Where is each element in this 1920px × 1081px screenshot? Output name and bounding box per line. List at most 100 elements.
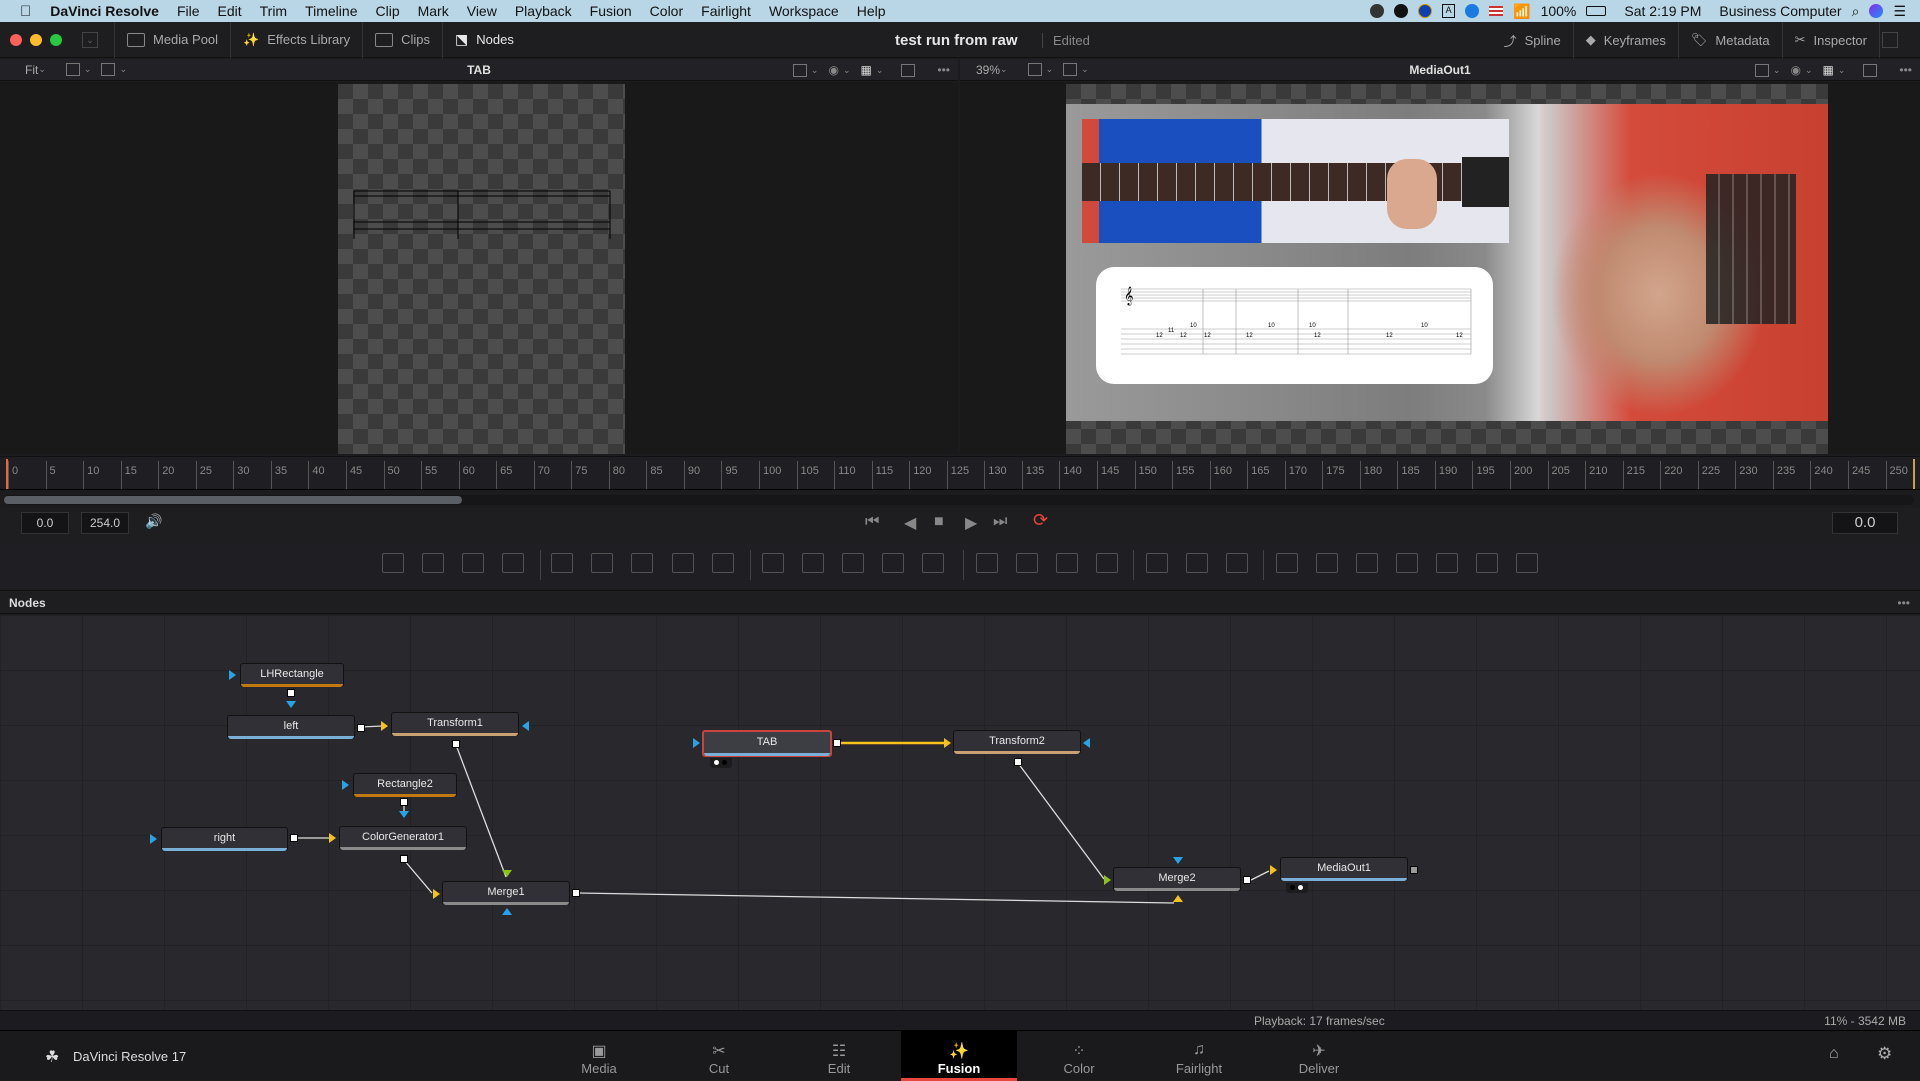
menu-workspace[interactable]: Workspace <box>760 3 848 19</box>
transform1-input-icon[interactable] <box>381 721 388 731</box>
maximize-window-button[interactable] <box>50 33 62 46</box>
left-viewer-zoom-dropdown[interactable]: Fit <box>25 63 38 77</box>
node-right[interactable]: right <box>161 827 288 851</box>
planar-tracker-icon[interactable] <box>1226 553 1248 573</box>
menu-help[interactable]: Help <box>848 3 895 19</box>
menu-timeline[interactable]: Timeline <box>296 3 366 19</box>
grid-guides-icon[interactable]: ▦ <box>861 63 872 77</box>
node-tab[interactable]: TAB <box>702 730 832 757</box>
colorgen-mask-input-icon[interactable] <box>399 811 409 818</box>
color-correct-icon[interactable] <box>672 553 694 573</box>
mediaout1-viewer-indicator[interactable] <box>1286 883 1308 893</box>
battery-percent[interactable]: 100% <box>1541 3 1577 19</box>
upload-status-icon[interactable] <box>1465 4 1480 18</box>
bspline-mask-icon[interactable] <box>1096 553 1118 573</box>
menu-clip[interactable]: Clip <box>366 3 408 19</box>
transform2-mask-input-icon[interactable] <box>1083 738 1090 748</box>
page-tab-fairlight[interactable]: ♫ Fairlight <box>1141 1031 1257 1081</box>
page-tab-media[interactable]: ▣ Media <box>541 1031 657 1081</box>
text-tool-icon[interactable] <box>462 553 484 573</box>
page-tab-fusion[interactable]: ✨ Fusion <box>901 1031 1017 1081</box>
settings-gear-icon[interactable]: ⚙ <box>1877 1044 1892 1064</box>
wifi-icon[interactable]: 📶 <box>1513 3 1530 20</box>
menu-playback[interactable]: Playback <box>506 3 581 19</box>
blue-dot-status-icon[interactable] <box>1418 4 1433 18</box>
page-tab-color[interactable]: ⁘ Color <box>1021 1031 1137 1081</box>
tab-output-port[interactable] <box>833 739 841 747</box>
tab-viewer-indicator[interactable] <box>710 758 732 768</box>
clips-button[interactable]: Clips <box>363 21 443 58</box>
node-merge2[interactable]: Merge2 <box>1113 867 1241 891</box>
left-viewer[interactable] <box>0 82 958 454</box>
play-reverse-button[interactable]: ◀ <box>904 513 916 533</box>
grid-guides-icon[interactable]: ▦ <box>1823 63 1834 77</box>
matte-control-icon[interactable] <box>842 553 864 573</box>
workspace-dropdown[interactable]: ⌄ <box>82 31 98 48</box>
node-colorgenerator1[interactable]: ColorGenerator1 <box>339 826 467 850</box>
merge1-foreground-input-icon[interactable] <box>502 870 512 877</box>
node-lhrectangle[interactable]: LHRectangle <box>240 663 344 687</box>
transform1-mask-input-icon[interactable] <box>522 721 529 731</box>
split-view-icon[interactable] <box>1027 63 1042 76</box>
collapse-panel-icon[interactable] <box>1882 32 1898 48</box>
polygon-mask-icon[interactable] <box>1056 553 1078 573</box>
more-options-icon[interactable]: ••• <box>1899 63 1912 77</box>
lhrect-output-port[interactable] <box>287 689 295 697</box>
background-tool-icon[interactable] <box>382 553 404 573</box>
blur-tool-icon[interactable] <box>712 553 734 573</box>
camera-3d-icon[interactable] <box>1436 553 1458 573</box>
merge-tool-icon[interactable] <box>802 553 824 573</box>
control-center-icon[interactable]: ☰ <box>1893 3 1906 20</box>
nodes-button[interactable]: ⬔ Nodes <box>443 22 526 58</box>
paint-tool-icon[interactable] <box>502 553 524 573</box>
battery-icon[interactable] <box>1586 6 1607 16</box>
render-end-marker[interactable] <box>1913 459 1915 489</box>
input-source-icon[interactable]: A <box>1442 4 1456 18</box>
point-cloud-icon[interactable] <box>1146 553 1168 573</box>
metadata-button[interactable]: 🏷 Metadata <box>1679 22 1783 58</box>
nodes-more-options-icon[interactable]: ••• <box>1897 591 1910 615</box>
go-to-end-button[interactable]: ⏭ <box>993 513 1007 531</box>
timeline-scrollbar[interactable] <box>4 495 1914 505</box>
roi-icon[interactable] <box>792 63 807 77</box>
merge-3d-icon[interactable] <box>1396 553 1418 573</box>
close-window-button[interactable] <box>10 33 22 46</box>
merge2-mask-input-icon[interactable] <box>1173 857 1183 864</box>
current-frame-field[interactable]: 0.0 <box>1832 512 1898 534</box>
subview-icon[interactable] <box>1063 63 1078 76</box>
mediaout1-output-port[interactable] <box>1410 866 1418 874</box>
text-3d-icon[interactable] <box>1356 553 1378 573</box>
effects-library-button[interactable]: ✨ Effects Library <box>231 21 364 58</box>
go-to-start-button[interactable]: ⏮ <box>865 513 879 531</box>
node-transform2[interactable]: Transform2 <box>953 730 1081 754</box>
apple-icon[interactable]:  <box>0 3 41 20</box>
page-tab-deliver[interactable]: ✈ Deliver <box>1261 1031 1377 1081</box>
tab-mask-input-icon[interactable] <box>693 738 700 748</box>
more-options-icon[interactable]: ••• <box>937 63 950 77</box>
stop-button[interactable]: ■ <box>934 513 944 531</box>
node-merge1[interactable]: Merge1 <box>442 881 570 905</box>
transform2-output-port[interactable] <box>1014 758 1022 766</box>
menu-color[interactable]: Color <box>641 3 692 19</box>
menu-fairlight[interactable]: Fairlight <box>692 3 760 19</box>
transform1-output-port[interactable] <box>452 740 460 748</box>
menu-edit[interactable]: Edit <box>209 3 251 19</box>
rectangle-mask-icon[interactable] <box>976 553 998 573</box>
keyframes-button[interactable]: ◆ Keyframes <box>1574 22 1679 58</box>
resize-tool-icon[interactable] <box>882 553 904 573</box>
menu-trim[interactable]: Trim <box>251 3 296 19</box>
shape-3d-icon[interactable] <box>1316 553 1338 573</box>
right-viewer-zoom-dropdown[interactable]: 39% <box>976 63 1000 77</box>
lhrect-mask-input-icon[interactable] <box>229 670 236 680</box>
brightness-contrast-curve-icon[interactable] <box>631 553 653 573</box>
menu-mark[interactable]: Mark <box>409 3 458 19</box>
creative-cloud-icon[interactable] <box>1370 4 1385 18</box>
page-tab-edit[interactable]: ☷ Edit <box>781 1031 897 1081</box>
menu-fusion[interactable]: Fusion <box>581 3 641 19</box>
color-channel-icon[interactable]: ◉ <box>828 63 838 77</box>
menu-app-name[interactable]: DaVinci Resolve <box>41 3 168 19</box>
color-channel-icon[interactable]: ◉ <box>1790 63 1800 77</box>
merge2-foreground-input-icon[interactable] <box>1104 875 1111 885</box>
merge1-mask-input-icon[interactable] <box>502 908 512 915</box>
global-start-field[interactable]: 0.0 <box>21 512 69 534</box>
